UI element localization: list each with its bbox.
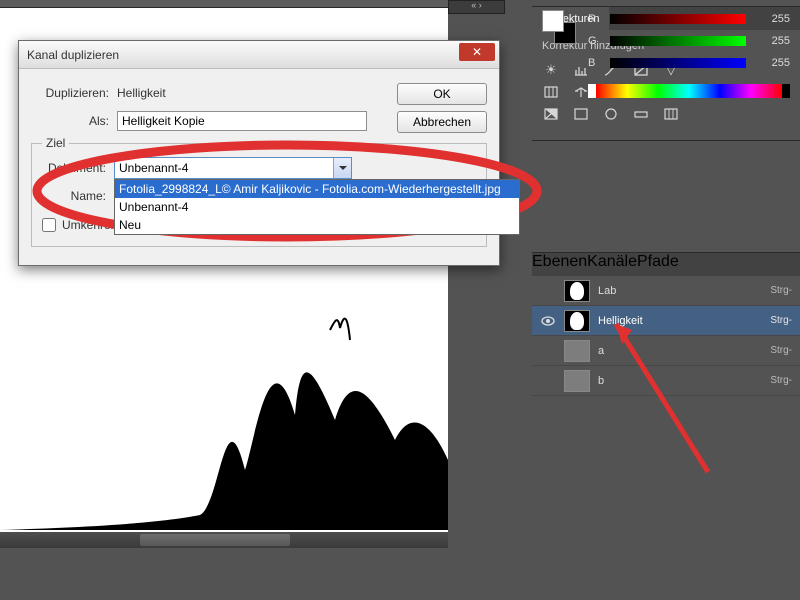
document-combo-input[interactable] <box>114 157 352 179</box>
document-label: Dokument: <box>42 161 114 175</box>
channel-name: a <box>598 345 762 357</box>
channel-shortcut: Strg- <box>770 375 792 386</box>
channel-row-helligkeit[interactable]: Helligkeit Strg- <box>532 306 800 336</box>
g-label: G <box>588 35 600 47</box>
channel-name: b <box>598 375 762 387</box>
channels-list: Lab Strg- Helligkeit Strg- a Strg- b Str… <box>532 276 800 396</box>
tab-ebenen[interactable]: Ebenen <box>532 253 587 276</box>
channel-name: Lab <box>598 285 762 297</box>
canvas-footer <box>0 548 448 600</box>
ok-button[interactable]: OK <box>397 83 487 105</box>
dropdown-option[interactable]: Unbenannt-4 <box>115 198 519 216</box>
duplicate-label: Duplizieren: <box>31 86 117 100</box>
r-value[interactable]: 255 <box>756 13 790 25</box>
cancel-button[interactable]: Abbrechen <box>397 111 487 133</box>
dropdown-arrow-icon[interactable] <box>333 158 351 178</box>
channel-row-lab[interactable]: Lab Strg- <box>532 276 800 306</box>
name-label: Name: <box>42 189 114 203</box>
b-slider[interactable] <box>610 58 746 68</box>
close-button[interactable]: ✕ <box>459 43 495 61</box>
visibility-icon[interactable] <box>540 313 556 329</box>
channel-thumb <box>564 370 590 392</box>
channel-shortcut: Strg- <box>770 345 792 356</box>
as-label: Als: <box>31 114 117 128</box>
fg-bg-swatch[interactable] <box>542 10 576 44</box>
tab-pfade[interactable]: Pfade <box>637 253 679 276</box>
dropdown-option[interactable]: Neu <box>115 216 519 234</box>
r-label: R <box>588 13 600 25</box>
channel-thumb <box>564 280 590 302</box>
collapsed-panel-tab[interactable]: « › <box>448 0 505 14</box>
color-panel: R 255 G 255 B 255 <box>532 0 800 104</box>
target-fieldset: Ziel Dokument: Fotolia_2998824_L© Amir K… <box>31 143 487 247</box>
fg-color-swatch[interactable] <box>542 10 564 32</box>
scrollbar-thumb[interactable] <box>140 534 290 546</box>
tab-kanaele[interactable]: Kanäle <box>587 253 637 276</box>
dialog-title-text: Kanal duplizieren <box>27 48 119 62</box>
channel-shortcut: Strg- <box>770 315 792 326</box>
channel-thumb <box>564 340 590 362</box>
right-panels: R 255 G 255 B 255 Korrekturen Stile Korr… <box>532 0 800 600</box>
horizontal-scrollbar[interactable] <box>0 532 448 548</box>
document-dropdown: Fotolia_2998824_L© Amir Kaljikovic - Fot… <box>114 179 520 235</box>
duplicate-channel-dialog: Kanal duplizieren ✕ Duplizieren: Helligk… <box>18 40 500 266</box>
channel-row-a[interactable]: a Strg- <box>532 336 800 366</box>
visibility-icon[interactable] <box>540 283 556 299</box>
channels-tabbar: Ebenen Kanäle Pfade <box>532 252 800 276</box>
document-combobox[interactable]: Fotolia_2998824_L© Amir Kaljikovic - Fot… <box>114 157 352 179</box>
channel-row-b[interactable]: b Strg- <box>532 366 800 396</box>
dropdown-option[interactable]: Fotolia_2998824_L© Amir Kaljikovic - Fot… <box>115 180 519 198</box>
dialog-titlebar[interactable]: Kanal duplizieren ✕ <box>19 41 499 69</box>
fieldset-legend: Ziel <box>42 136 69 150</box>
invert-checkbox[interactable] <box>42 218 56 232</box>
invert-label: Umkehren <box>62 218 117 232</box>
g-value[interactable]: 255 <box>756 35 790 47</box>
posterize-icon[interactable] <box>572 106 590 122</box>
selective-icon[interactable] <box>662 106 680 122</box>
b-label: B <box>588 57 600 69</box>
as-input[interactable] <box>117 111 367 131</box>
threshold-icon[interactable] <box>602 106 620 122</box>
hue-strip[interactable] <box>588 84 790 98</box>
channel-name: Helligkeit <box>598 315 762 327</box>
channel-thumb <box>564 310 590 332</box>
b-value[interactable]: 255 <box>756 57 790 69</box>
visibility-icon[interactable] <box>540 343 556 359</box>
gradientmap-icon[interactable] <box>632 106 650 122</box>
r-slider[interactable] <box>610 14 746 24</box>
g-slider[interactable] <box>610 36 746 46</box>
invert-icon[interactable] <box>542 106 560 122</box>
visibility-icon[interactable] <box>540 373 556 389</box>
ruler-strip <box>0 0 448 8</box>
canvas-content <box>0 270 448 530</box>
channel-shortcut: Strg- <box>770 285 792 296</box>
